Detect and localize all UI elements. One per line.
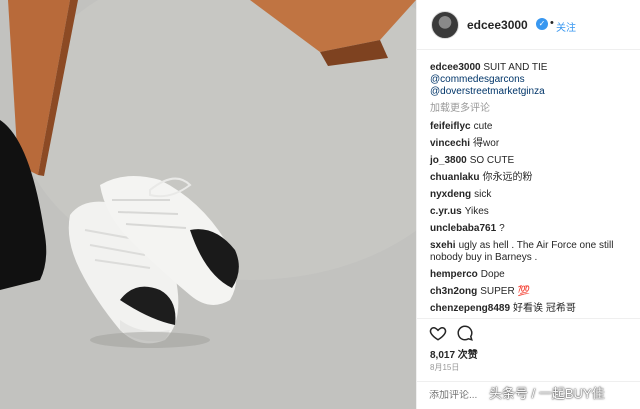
sneakers-photo-illustration	[0, 0, 416, 409]
heart-icon[interactable]	[429, 324, 447, 342]
comment-username[interactable]: sxehi	[430, 240, 456, 251]
comment-username[interactable]: vincechi	[430, 138, 470, 149]
comment-item: hemperco Dope	[430, 269, 635, 281]
comment-text: sick	[474, 189, 492, 200]
comment-text: Dope	[480, 269, 505, 280]
post-header: edcee3000 ✓ • 关注	[417, 0, 640, 50]
avatar[interactable]	[431, 11, 459, 39]
likes-count[interactable]: 8,017 次赞	[430, 346, 478, 361]
comment-text: Yikes	[464, 206, 489, 217]
comment-item: vincechi 得wor	[430, 138, 635, 150]
comment-username[interactable]: chenzepeng8489	[430, 303, 510, 314]
caption: edcee3000 SUIT AND TIE	[430, 62, 635, 74]
comment-username[interactable]: chuanlaku	[430, 172, 479, 183]
comment-username[interactable]: nyxdeng	[430, 189, 471, 200]
verified-badge-icon: ✓	[536, 18, 548, 30]
comment-username[interactable]: unclebaba761	[430, 223, 496, 234]
comment-text: 你永远的粉	[482, 172, 533, 183]
mention-link[interactable]: @doverstreetmarketginza	[430, 86, 635, 98]
mention-link[interactable]: @commedesgarcons	[430, 74, 635, 86]
comment-text: ?	[499, 223, 505, 234]
comment-text: SO CUTE	[469, 155, 515, 166]
comment-text: SUPER 💯	[480, 286, 530, 297]
post-date: 8月15日	[430, 363, 460, 372]
comment-text: cute	[473, 121, 493, 132]
comment-username[interactable]: jo_3800	[430, 155, 467, 166]
post-photo	[0, 0, 416, 409]
comment-icon[interactable]	[456, 324, 474, 342]
comment-item: feifeiflyc cute	[430, 121, 635, 133]
comment-item: unclebaba761?	[430, 223, 635, 235]
comment-text: 好看诶 冠希哥	[513, 303, 576, 314]
comment-item: chenzepeng8489 好看诶 冠希哥	[430, 303, 635, 315]
comment-username[interactable]: feifeiflyc	[430, 121, 471, 132]
comment-username[interactable]: hemperco	[430, 269, 478, 280]
username[interactable]: edcee3000	[467, 18, 528, 32]
comment-item: jo_3800 SO CUTE	[430, 155, 635, 167]
comment-item: c.yr.us Yikes	[430, 206, 635, 218]
comment-item: nyxdeng sick	[430, 189, 635, 201]
caption-text: SUIT AND TIE	[480, 62, 548, 73]
follow-button[interactable]: 关注	[556, 19, 576, 34]
watermark: 头条号 / 一起BUY佳	[489, 386, 605, 401]
comment-item: sxehi ugly as hell . The Air Force one st…	[430, 240, 635, 264]
post-sidebar: edcee3000 ✓ • 关注 edcee3000 SUIT AND TIE …	[416, 0, 640, 409]
comment-text: 得wor	[473, 138, 500, 149]
comment-username[interactable]: c.yr.us	[430, 206, 462, 217]
caption-username[interactable]: edcee3000	[430, 62, 481, 73]
comment-text: ugly as hell . The Air Force one still n…	[430, 240, 614, 263]
load-more-comments-link[interactable]: 加载更多评论	[430, 103, 635, 115]
separator-dot: •	[550, 17, 554, 29]
comments-list: edcee3000 SUIT AND TIE @commedesgarcons …	[430, 62, 635, 320]
comment-item: chuanlaku 你永远的粉	[430, 172, 635, 184]
comment-username[interactable]: ch3n2ong	[430, 286, 477, 297]
comment-item: ch3n2ong SUPER 💯	[430, 286, 635, 298]
